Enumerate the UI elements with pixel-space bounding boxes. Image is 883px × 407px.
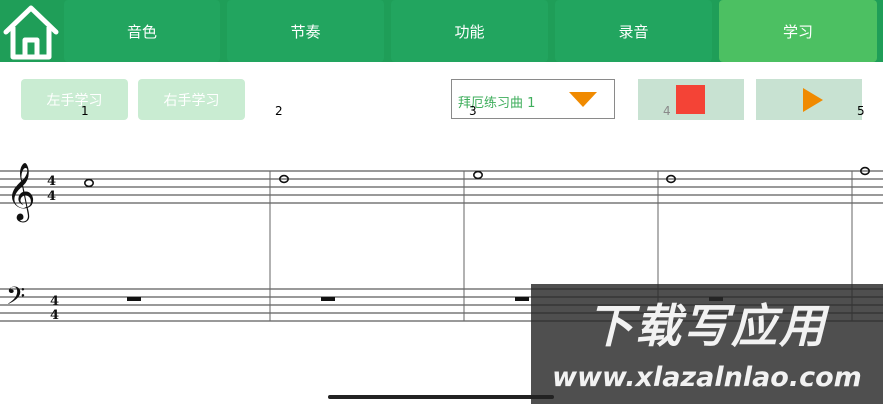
watermark-url: www.xlazalnlao.com <box>552 362 862 393</box>
whole-rest <box>321 297 335 301</box>
nav-divider <box>0 62 883 66</box>
dropdown-arrow-icon <box>569 92 597 107</box>
bass-clef-icon: 𝄢 <box>6 282 25 317</box>
play-icon <box>803 88 823 112</box>
measure-number: 2 <box>275 104 283 118</box>
watermark: 下载写应用 www.xlazalnlao.com <box>531 284 883 404</box>
whole-rest <box>127 297 141 301</box>
whole-rest <box>515 297 529 301</box>
top-nav-bar: 音色 节奏 功能 录音 学习 <box>0 0 883 64</box>
play-button[interactable] <box>756 79 862 120</box>
tab-learn[interactable]: 学习 <box>719 0 877 62</box>
tab-function[interactable]: 功能 <box>391 0 548 62</box>
tab-record[interactable]: 录音 <box>555 0 712 62</box>
whole-note <box>472 170 483 180</box>
home-indicator[interactable] <box>328 395 554 399</box>
left-hand-button[interactable]: 左手学习 <box>21 79 128 120</box>
stop-icon <box>676 85 705 114</box>
home-icon <box>3 5 59 60</box>
tab-rhythm[interactable]: 节奏 <box>227 0 384 62</box>
measure-number: 3 <box>469 104 477 118</box>
watermark-title: 下载写应用 <box>587 299 827 353</box>
time-sig-top: 4 <box>47 174 56 189</box>
stop-button[interactable] <box>638 79 744 120</box>
right-hand-button[interactable]: 右手学习 <box>138 79 245 120</box>
home-button[interactable] <box>0 0 62 64</box>
measure-number: 4 <box>663 104 671 118</box>
time-sig-top: 4 <box>50 294 59 309</box>
measure-number: 5 <box>857 104 865 118</box>
tab-timbre[interactable]: 音色 <box>64 0 220 62</box>
whole-note <box>84 178 95 188</box>
time-sig-bottom: 4 <box>47 189 56 204</box>
time-sig-bottom: 4 <box>50 308 59 323</box>
treble-clef-icon: 𝄞 <box>6 162 36 223</box>
measure-number: 1 <box>81 104 89 118</box>
